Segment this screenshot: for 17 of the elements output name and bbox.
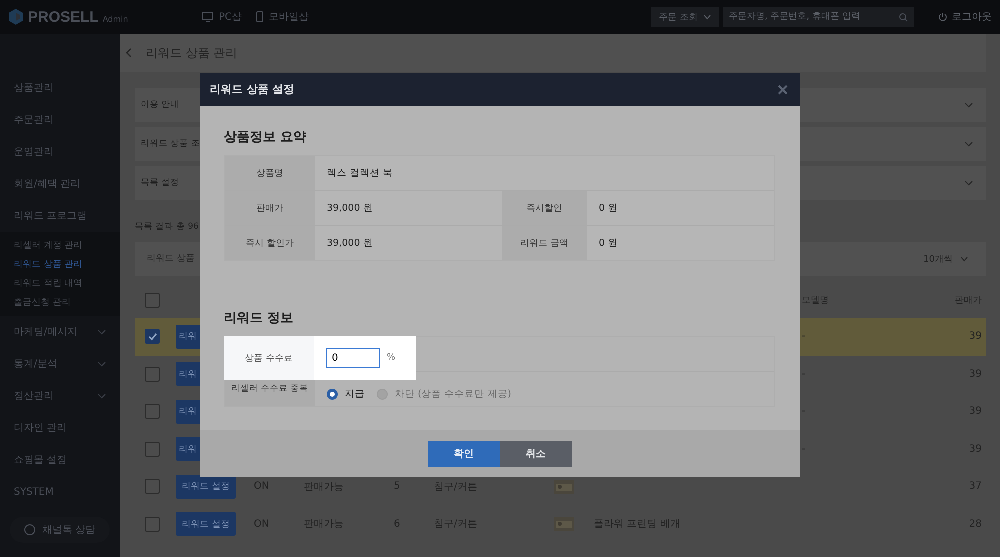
table-cell: -	[802, 368, 806, 380]
section-title: 상품정보 요약	[224, 129, 308, 146]
table-cell: -	[802, 444, 806, 455]
logo-subtitle: Admin	[102, 15, 128, 24]
logo-text: PROSELL	[28, 8, 99, 26]
modal-title: 리워드 상품 설정	[210, 82, 295, 97]
field-label: 즉시 할인가	[225, 226, 315, 260]
table-cell: 39	[969, 331, 982, 342]
field-label: 리워드 금액	[502, 226, 587, 260]
field-label: 상품 수수료	[224, 336, 314, 380]
field-label: 상품명	[225, 156, 315, 190]
section-title: 리워드 정보	[224, 310, 295, 327]
unit-label: %	[387, 353, 396, 363]
table-cell: -	[802, 406, 806, 418]
table-cell: -	[802, 331, 806, 342]
field-label: 판매가	[225, 191, 315, 225]
field-label: 즉시할인	[502, 191, 587, 225]
